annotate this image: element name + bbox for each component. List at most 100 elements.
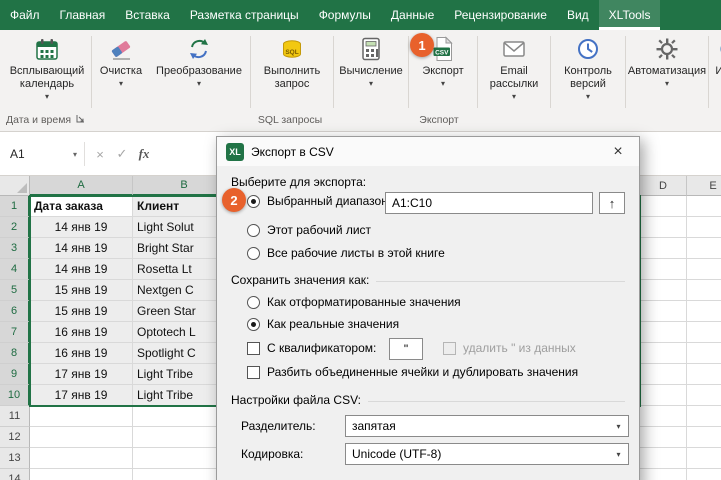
option-this-sheet[interactable]: Этот рабочий лист: [247, 223, 371, 237]
ribbon-button-transform[interactable]: Преобразование ▾: [149, 30, 249, 114]
row-header-14[interactable]: 14: [0, 469, 30, 480]
cell-A6[interactable]: 15 янв 19: [30, 301, 133, 322]
cell-E3[interactable]: [687, 238, 721, 259]
tab-главная[interactable]: Главная: [50, 0, 116, 30]
tab-разметка-страницы[interactable]: Разметка страницы: [180, 0, 309, 30]
cell-D7[interactable]: [640, 322, 687, 343]
cell-E1[interactable]: [687, 196, 721, 217]
ribbon-button-info[interactable]: Инфо: [710, 30, 721, 114]
cell-D11[interactable]: [640, 406, 687, 427]
cell-E7[interactable]: [687, 322, 721, 343]
cell-A11[interactable]: [30, 406, 133, 427]
chevron-down-icon[interactable]: ▾: [73, 150, 77, 159]
column-header-D[interactable]: D: [640, 176, 687, 196]
cancel-icon[interactable]: ×: [89, 147, 111, 162]
split-merged-checkbox-row[interactable]: Разбить объединенные ячейки и дублироват…: [247, 365, 578, 379]
encoding-combo[interactable]: Unicode (UTF-8) ▾: [345, 443, 629, 465]
cell-A5[interactable]: 15 янв 19: [30, 280, 133, 301]
cell-D4[interactable]: [640, 259, 687, 280]
cell-A1[interactable]: Дата заказа: [30, 196, 133, 217]
row-header-2[interactable]: 2: [0, 217, 30, 238]
range-select-button[interactable]: ↑: [599, 192, 625, 214]
cell-A3[interactable]: 14 янв 19: [30, 238, 133, 259]
option-real-values[interactable]: Как реальные значения: [247, 317, 399, 331]
row-header-3[interactable]: 3: [0, 238, 30, 259]
cell-E13[interactable]: [687, 448, 721, 469]
row-header-12[interactable]: 12: [0, 427, 30, 448]
tab-данные[interactable]: Данные: [381, 0, 444, 30]
radio-icon[interactable]: [247, 246, 260, 260]
cell-A4[interactable]: 14 янв 19: [30, 259, 133, 280]
cell-A7[interactable]: 16 янв 19: [30, 322, 133, 343]
row-header-8[interactable]: 8: [0, 343, 30, 364]
cell-A9[interactable]: 17 янв 19: [30, 364, 133, 385]
radio-icon[interactable]: [247, 223, 260, 237]
tab-вид[interactable]: Вид: [557, 0, 599, 30]
cell-D10[interactable]: [640, 385, 687, 406]
cell-A13[interactable]: [30, 448, 133, 469]
tab-рецензирование[interactable]: Рецензирование: [444, 0, 557, 30]
cell-E10[interactable]: [687, 385, 721, 406]
cell-D14[interactable]: [640, 469, 687, 480]
close-icon[interactable]: ×: [597, 137, 639, 167]
cell-E8[interactable]: [687, 343, 721, 364]
row-header-1[interactable]: 1: [0, 196, 30, 217]
column-header-A[interactable]: A: [30, 176, 133, 196]
row-header-9[interactable]: 9: [0, 364, 30, 385]
column-header-E[interactable]: E: [687, 176, 721, 196]
ribbon-button-automation[interactable]: Автоматизация ▾: [627, 30, 707, 114]
row-header-5[interactable]: 5: [0, 280, 30, 301]
radio-icon[interactable]: [247, 317, 260, 331]
tab-формулы[interactable]: Формулы: [309, 0, 381, 30]
qualifier-checkbox-row[interactable]: С квалификатором:: [247, 341, 376, 355]
cell-E11[interactable]: [687, 406, 721, 427]
ribbon-button-run-sql-query[interactable]: SQL Выполнить запрос: [252, 30, 332, 114]
cell-E14[interactable]: [687, 469, 721, 480]
qualifier-value-box[interactable]: ": [389, 338, 423, 360]
cell-D8[interactable]: [640, 343, 687, 364]
range-input[interactable]: A1:C10: [385, 192, 593, 214]
cell-E4[interactable]: [687, 259, 721, 280]
dialog-launcher-icon[interactable]: [76, 114, 85, 126]
cell-D12[interactable]: [640, 427, 687, 448]
row-header-13[interactable]: 13: [0, 448, 30, 469]
cell-E6[interactable]: [687, 301, 721, 322]
tab-вставка[interactable]: Вставка: [115, 0, 180, 30]
cell-A2[interactable]: 14 янв 19: [30, 217, 133, 238]
option-all-sheets[interactable]: Все рабочие листы в этой книге: [247, 246, 445, 260]
enter-icon[interactable]: ✓: [111, 146, 133, 162]
tab-xltools[interactable]: XLTools: [598, 0, 661, 30]
cell-D3[interactable]: [640, 238, 687, 259]
tab-файл[interactable]: Файл: [0, 0, 50, 30]
row-header-6[interactable]: 6: [0, 301, 30, 322]
cell-E5[interactable]: [687, 280, 721, 301]
cell-A12[interactable]: [30, 427, 133, 448]
ribbon-button-version-control[interactable]: Контроль версий ▾: [552, 30, 624, 114]
select-all-button[interactable]: [0, 176, 30, 196]
cell-D6[interactable]: [640, 301, 687, 322]
cell-D5[interactable]: [640, 280, 687, 301]
cell-A10[interactable]: 17 янв 19: [30, 385, 133, 406]
cell-D2[interactable]: [640, 217, 687, 238]
radio-icon[interactable]: [247, 295, 260, 309]
cell-E9[interactable]: [687, 364, 721, 385]
row-header-4[interactable]: 4: [0, 259, 30, 280]
cell-E2[interactable]: [687, 217, 721, 238]
ribbon-button-popup-calendar[interactable]: Всплывающий календарь ▾: [4, 30, 90, 114]
radio-icon[interactable]: [247, 194, 260, 208]
option-selected-range[interactable]: Выбранный диапазон:: [247, 194, 391, 208]
name-box[interactable]: A1 ▾: [0, 140, 84, 168]
checkbox-icon[interactable]: [247, 365, 260, 379]
row-header-7[interactable]: 7: [0, 322, 30, 343]
checkbox-icon[interactable]: [247, 341, 260, 355]
row-header-11[interactable]: 11: [0, 406, 30, 427]
ribbon-button-calculation[interactable]: Вычисление ▾: [335, 30, 407, 114]
cell-D9[interactable]: [640, 364, 687, 385]
delimiter-combo[interactable]: запятая ▾: [345, 415, 629, 437]
cell-A8[interactable]: 16 янв 19: [30, 343, 133, 364]
ribbon-button-clear[interactable]: Очистка ▾: [93, 30, 149, 114]
cell-D1[interactable]: [640, 196, 687, 217]
cell-E12[interactable]: [687, 427, 721, 448]
option-formatted-values[interactable]: Как отформатированные значения: [247, 295, 461, 309]
cell-D13[interactable]: [640, 448, 687, 469]
